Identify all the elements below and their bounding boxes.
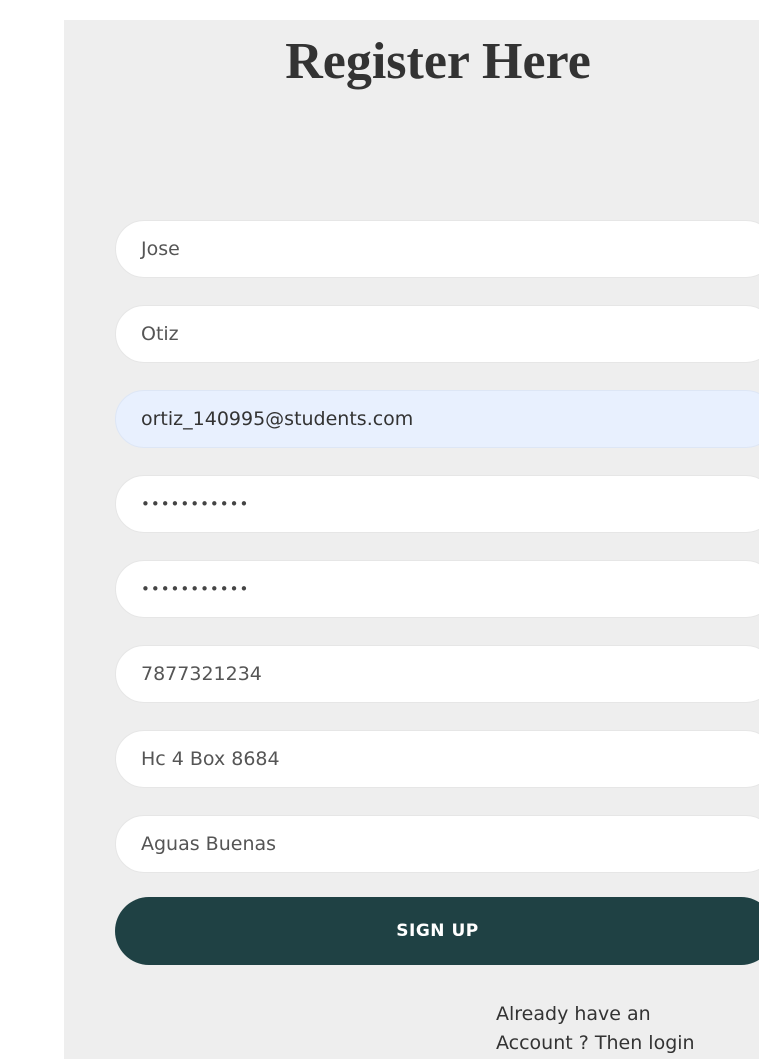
email-input[interactable]: ortiz_140995@students.com: [115, 390, 759, 448]
address-input[interactable]: Hc 4 Box 8684: [115, 730, 759, 788]
confirm-password-input[interactable]: •••••••••••: [115, 560, 759, 618]
sign-up-button-label: SIGN UP: [396, 921, 479, 941]
page-title: Register Here: [285, 33, 591, 90]
login-prompt-line1: Already have an: [496, 1003, 651, 1025]
sign-up-button[interactable]: SIGN UP: [115, 897, 759, 965]
phone-input[interactable]: 7877321234: [115, 645, 759, 703]
login-prompt: Already have an Account ? Then login: [496, 1000, 746, 1058]
first-name-input[interactable]: Jose: [115, 220, 759, 278]
city-input[interactable]: Aguas Buenas: [115, 815, 759, 873]
password-input[interactable]: •••••••••••: [115, 475, 759, 533]
last-name-input[interactable]: Otiz: [115, 305, 759, 363]
login-link[interactable]: Account ? Then login: [496, 1032, 695, 1054]
